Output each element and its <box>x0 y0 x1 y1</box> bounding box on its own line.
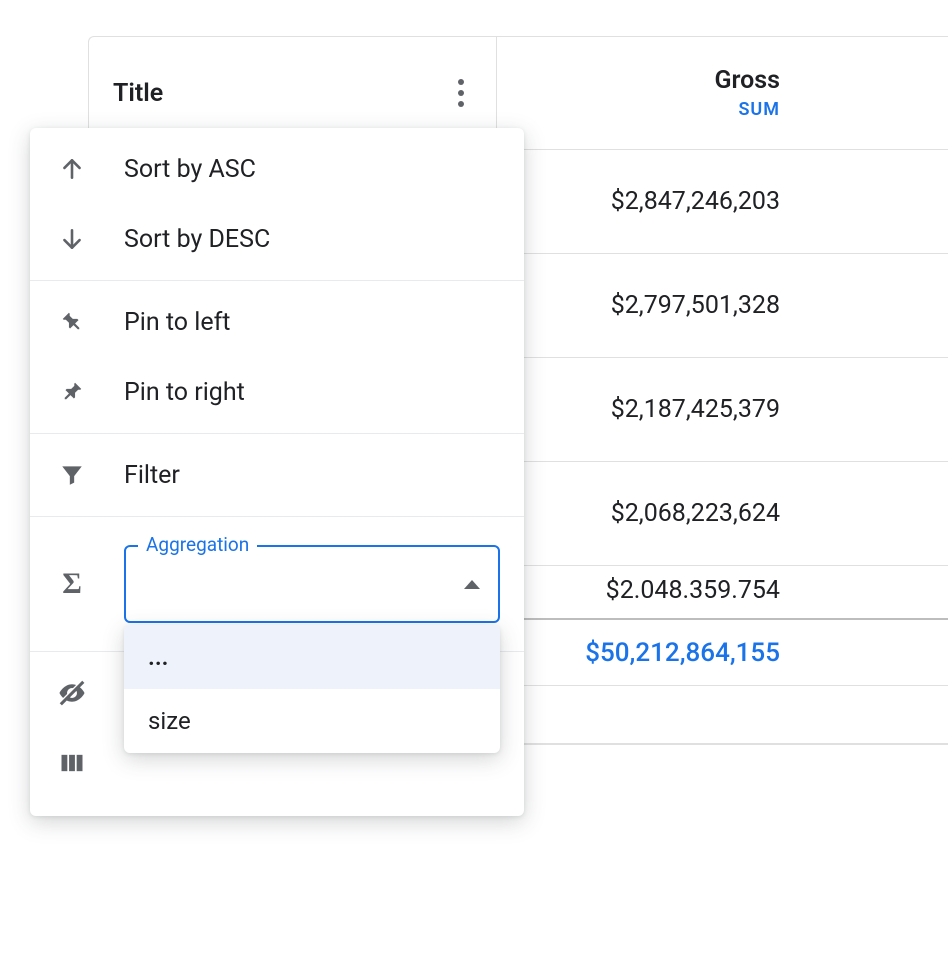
aggregation-option-size[interactable]: size <box>124 689 500 753</box>
cell-gross: $2,068,223,624 <box>497 462 948 565</box>
cell-gross: $2,797,501,328 <box>497 254 948 357</box>
column-header-gross[interactable]: Gross SUM <box>497 37 948 149</box>
aggregation-select[interactable]: Aggregation ... size <box>124 545 500 623</box>
menu-section-filter: Filter <box>30 434 524 517</box>
column-header-title-label: Title <box>113 79 163 108</box>
menu-item-label: Pin to right <box>124 378 245 407</box>
aggregation-dropdown: ... size <box>124 625 500 753</box>
aggregation-select-label: Aggregation <box>138 533 257 556</box>
filter-icon <box>54 457 90 493</box>
cell-gross: $2,847,246,203 <box>497 150 948 253</box>
menu-item-label: Pin to left <box>124 308 230 337</box>
column-menu-button[interactable] <box>450 71 472 115</box>
column-header-gross-agg: SUM <box>738 99 780 120</box>
menu-section-pin: Pin to left Pin to right <box>30 281 524 434</box>
arrow-down-icon <box>54 221 90 257</box>
menu-item-pin-right[interactable]: Pin to right <box>30 357 524 427</box>
menu-item-filter[interactable]: Filter <box>30 440 524 510</box>
hide-icon <box>54 675 90 711</box>
aggregation-select-box[interactable] <box>124 545 500 623</box>
caret-up-icon <box>464 580 480 589</box>
arrow-up-icon <box>54 151 90 187</box>
menu-item-label: Filter <box>124 461 180 490</box>
menu-section-sort: Sort by ASC Sort by DESC <box>30 128 524 281</box>
menu-item-sort-desc[interactable]: Sort by DESC <box>30 204 524 274</box>
menu-item-label: Sort by ASC <box>124 155 256 184</box>
column-header-gross-label: Gross <box>714 66 780 95</box>
columns-icon <box>54 745 90 781</box>
cell-gross: $2.048.359.754 <box>497 566 948 618</box>
sigma-icon: Σ <box>54 566 90 602</box>
aggregation-option-none[interactable]: ... <box>124 625 500 689</box>
menu-item-sort-asc[interactable]: Sort by ASC <box>30 134 524 204</box>
menu-item-label: Sort by DESC <box>124 225 270 254</box>
pin-left-icon <box>54 304 90 340</box>
cell-gross: $2,187,425,379 <box>497 358 948 461</box>
column-context-menu: Sort by ASC Sort by DESC Pin to left Pin… <box>30 128 524 816</box>
pin-right-icon <box>54 374 90 410</box>
footer-gross-total: $50,212,864,155 <box>497 620 948 685</box>
menu-item-pin-left[interactable]: Pin to left <box>30 287 524 357</box>
menu-section-aggregation: Σ Aggregation ... size <box>30 517 524 652</box>
